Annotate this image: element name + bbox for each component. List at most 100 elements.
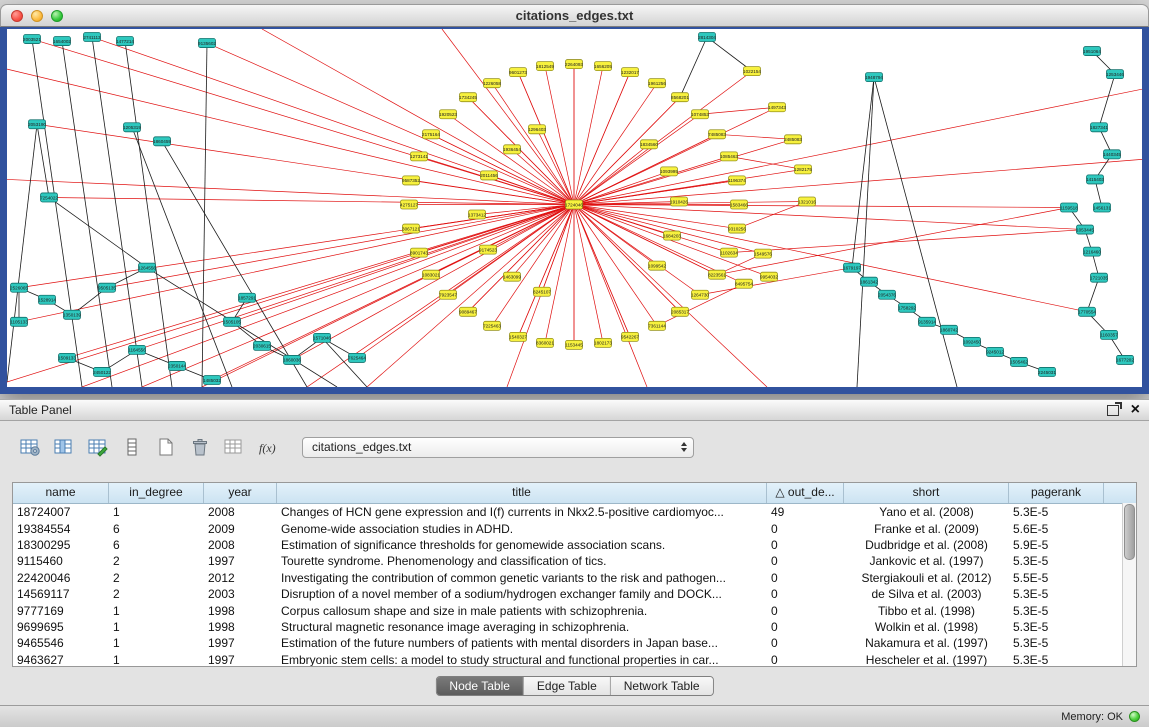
graph-node[interactable]: 1160357 <box>1100 330 1118 339</box>
graph-node[interactable]: 1463099 <box>503 272 521 281</box>
graph-node[interactable]: 1477214 <box>116 37 134 46</box>
graph-node[interactable]: 1296403 <box>528 125 546 134</box>
graph-node[interactable]: 1264730 <box>691 290 709 299</box>
graph-node[interactable]: 1282175 <box>794 165 812 174</box>
new-table-icon[interactable] <box>152 434 180 460</box>
graph-node[interactable]: 1226058 <box>483 79 501 88</box>
graph-node[interactable]: 1102634 <box>720 248 738 257</box>
graph-node[interactable]: 1951064 <box>1083 47 1101 56</box>
graph-node[interactable]: 9089467 <box>459 307 477 316</box>
table-row[interactable]: 969969511998Structural magnetic resonanc… <box>13 619 1136 635</box>
graph-node[interactable]: 1802173 <box>594 338 612 347</box>
graph-node[interactable]: 1253446 <box>1106 70 1124 79</box>
graph-node[interactable]: 1216460 <box>1083 247 1101 256</box>
graph-node[interactable]: 2485083 <box>784 135 802 144</box>
table-row[interactable]: 946362711997Embryonic stem cells: a mode… <box>13 652 1136 667</box>
delete-table-icon[interactable] <box>186 434 214 460</box>
graph-node[interactable]: 7254022 <box>40 193 58 202</box>
graph-node[interactable]: 1861342 <box>860 277 878 286</box>
close-window-button[interactable] <box>11 10 23 22</box>
table-row[interactable]: 911546021997Tourette syndrome. Phenomeno… <box>13 553 1136 569</box>
graph-node[interactable]: 1812549 <box>536 62 554 71</box>
graph-node[interactable]: 1549576 <box>754 249 772 258</box>
graph-node[interactable]: 1164556 <box>128 345 146 354</box>
graph-node[interactable]: 1440345 <box>1103 150 1121 159</box>
graph-node[interactable]: 1860459 <box>153 137 171 146</box>
table-options-icon[interactable] <box>16 434 44 460</box>
column-header-title[interactable]: title <box>277 483 767 503</box>
graph-node[interactable]: 1232017 <box>621 68 639 77</box>
function-builder-icon[interactable]: f(x) <box>254 434 282 460</box>
graph-node[interactable]: 9505135 <box>98 283 116 292</box>
graph-node[interactable]: 1936454 <box>503 145 521 154</box>
graph-node[interactable]: 9245012 <box>986 347 1004 356</box>
graph-node[interactable]: 1273141 <box>410 152 428 161</box>
graph-node[interactable]: 7361144 <box>648 321 666 330</box>
table-row[interactable]: 1938455462009Genome-wide association stu… <box>13 520 1136 536</box>
graph-node[interactable]: 1654002 <box>53 37 71 46</box>
graph-node[interactable]: 1571046 <box>313 333 331 342</box>
graph-node[interactable]: 1321016 <box>798 197 816 206</box>
graph-node[interactable]: 7923547 <box>439 290 457 299</box>
column-header-year[interactable]: year <box>204 483 277 503</box>
graph-node[interactable]: 1505462 <box>1010 357 1028 366</box>
graph-node[interactable]: 1834560 <box>640 140 658 149</box>
rows-icon[interactable] <box>118 434 146 460</box>
graph-node[interactable]: 1684203 <box>663 231 681 240</box>
column-header-name[interactable]: name <box>13 483 109 503</box>
graph-node[interactable]: 2003521 <box>23 35 41 44</box>
graph-node[interactable]: 2245031 <box>1038 367 1056 376</box>
table-row[interactable]: 1456911722003Disruption of a novel membe… <box>13 586 1136 602</box>
graph-node[interactable]: 1373412 <box>468 210 486 219</box>
graph-node[interactable]: 9310256 <box>728 224 746 233</box>
graph-node[interactable]: 1053445 <box>1076 225 1094 234</box>
tab-node-table[interactable]: Node Table <box>436 677 524 695</box>
graph-node[interactable]: 1456131 <box>1093 203 1111 212</box>
graph-node[interactable]: 1497343 <box>768 103 786 112</box>
graph-node[interactable]: 8568201 <box>671 93 689 102</box>
graph-node[interactable]: 1860742 <box>940 325 958 334</box>
column-header-pagerank[interactable]: pagerank <box>1009 483 1104 503</box>
graph-node[interactable]: 1583466 <box>730 200 748 209</box>
graph-node[interactable]: 3067121 <box>402 224 420 233</box>
graph-node[interactable]: 4275127 <box>400 200 418 209</box>
graph-node[interactable]: 1677202 <box>1116 355 1134 364</box>
graph-node[interactable]: 8901743 <box>410 248 428 257</box>
graph-node[interactable]: 1085463 <box>720 152 738 161</box>
graph-node[interactable]: 1205319 <box>123 123 141 132</box>
graph-node[interactable]: 1415403 <box>1086 175 1104 184</box>
graph-node[interactable]: 8495754 <box>735 279 753 288</box>
table-row[interactable]: 977716911998Corpus callosum shape and si… <box>13 602 1136 618</box>
graph-node[interactable]: 1948794 <box>865 73 883 82</box>
graph-node[interactable]: 2085317 <box>671 307 689 316</box>
graph-node[interactable]: 2741113 <box>83 33 101 42</box>
graph-node[interactable]: 7485083 <box>708 130 726 139</box>
graph-node[interactable]: 1153445 <box>565 340 583 349</box>
graph-node[interactable]: 1264556 <box>138 263 156 272</box>
minimize-window-button[interactable] <box>31 10 43 22</box>
column-header-short[interactable]: short <box>844 483 1009 503</box>
graph-node[interactable]: 1074853 <box>691 110 709 119</box>
graph-node[interactable]: 2053190 <box>28 120 46 129</box>
graph-node[interactable]: 9135602 <box>198 39 216 48</box>
graph-node[interactable]: 8223561 <box>708 270 726 279</box>
graph-node[interactable]: 1528914 <box>38 295 56 304</box>
graph-node[interactable]: 1857291 <box>238 293 256 302</box>
close-panel-icon[interactable]: × <box>1131 402 1140 418</box>
table-row[interactable]: 1872400712008Changes of HCN gene express… <box>13 504 1136 520</box>
graph-node[interactable]: 2350144 <box>168 361 186 370</box>
graph-node[interactable]: 1093995 <box>660 167 678 176</box>
graph-node[interactable]: 1485032 <box>203 375 221 384</box>
graph-node[interactable]: 1092450 <box>963 337 981 346</box>
graph-node[interactable]: 1721035 <box>1090 273 1108 282</box>
graph-node[interactable]: 1734245 <box>459 93 477 102</box>
graph-node[interactable]: 9601273 <box>509 68 527 77</box>
table-row[interactable]: 1830029562008Estimation of significance … <box>13 537 1136 553</box>
graph-node[interactable]: 2175164 <box>422 130 440 139</box>
graph-node[interactable]: 2011456 <box>480 171 498 180</box>
graph-node[interactable]: 1105133 <box>10 317 28 326</box>
graph-node[interactable]: 1540327 <box>509 332 527 341</box>
graph-node[interactable]: 1656205 <box>594 62 612 71</box>
table-row[interactable]: 2242004622012Investigating the contribut… <box>13 570 1136 586</box>
edit-table-icon[interactable] <box>84 434 112 460</box>
